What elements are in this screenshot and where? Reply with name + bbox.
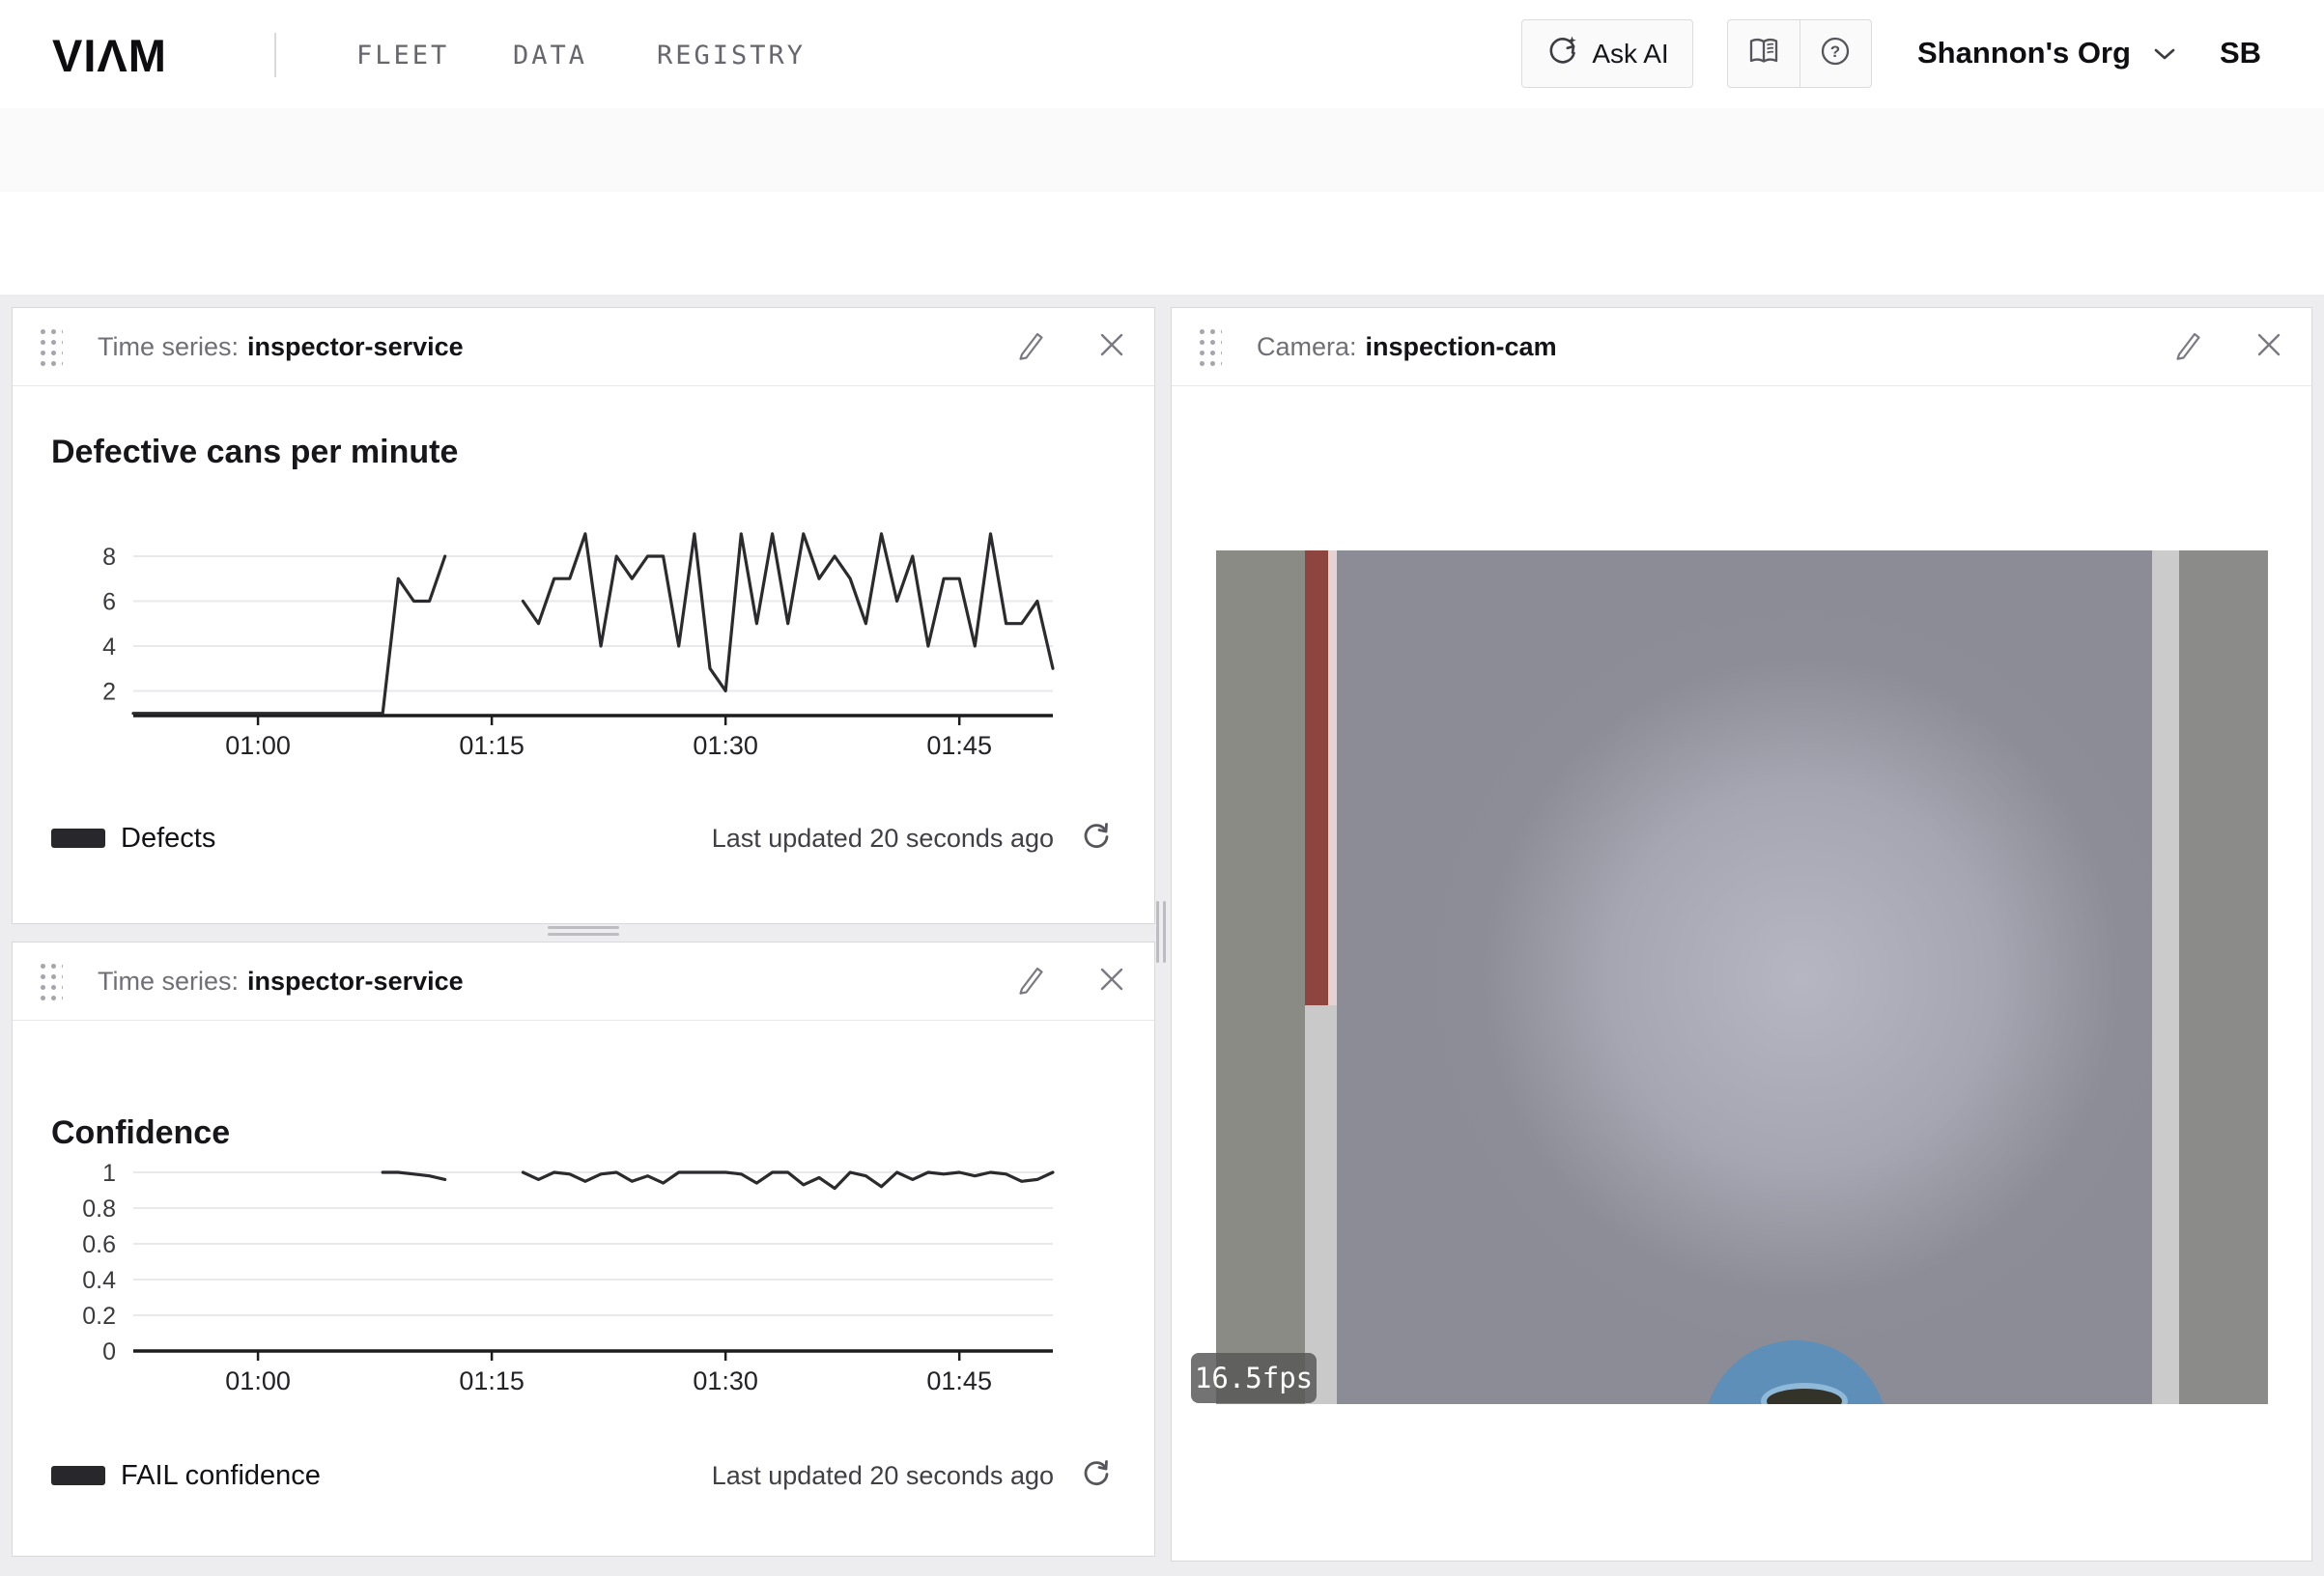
edit-widget-button[interactable]	[1011, 327, 1050, 366]
nav-data[interactable]: DATA	[513, 41, 587, 70]
ask-ai-label: Ask AI	[1592, 39, 1668, 70]
column-resize-handle[interactable]	[1156, 901, 1166, 963]
edit-widget-button[interactable]	[2168, 327, 2207, 366]
documentation-button[interactable]	[1728, 20, 1800, 87]
close-widget-button[interactable]	[2250, 327, 2288, 366]
x-icon	[1097, 965, 1126, 999]
x-icon	[2254, 330, 2283, 364]
svg-text:0.8: 0.8	[82, 1196, 116, 1223]
widget-name: inspector-service	[247, 332, 464, 362]
camera-scene-background	[1337, 550, 2152, 1404]
org-selector[interactable]: Shannon's Org	[1917, 36, 2177, 70]
svg-text:6: 6	[102, 588, 116, 615]
drag-handle-icon[interactable]	[1195, 324, 1222, 369]
svg-text:01:45: 01:45	[926, 1366, 992, 1395]
app-window: VIΛM FLEET DATA REGISTRY Ask AI	[0, 0, 2324, 1576]
refresh-sparkle-icon	[1545, 33, 1580, 74]
camera-light-strip	[1305, 1005, 1337, 1404]
camera-stream	[1216, 550, 2268, 1404]
widget-header: Time series: inspector-service	[13, 943, 1154, 1021]
svg-text:1: 1	[102, 1160, 116, 1187]
viam-logo[interactable]: VIΛM	[52, 29, 167, 82]
drag-handle-icon[interactable]	[36, 324, 63, 369]
camera-red-strip	[1305, 550, 1328, 1005]
legend-swatch	[51, 1466, 105, 1485]
open-book-icon	[1746, 34, 1781, 73]
legend-item: FAIL confidence	[51, 1460, 321, 1492]
org-name-label: Shannon's Org	[1917, 36, 2131, 70]
widget-header: Camera: inspection-cam	[1172, 308, 2311, 386]
widget-timeseries-defects: Time series: inspector-service Defective…	[12, 307, 1155, 924]
svg-text:2: 2	[102, 678, 116, 705]
user-avatar[interactable]: SB	[2220, 36, 2261, 70]
refresh-icon	[1080, 1457, 1113, 1495]
edit-widget-button[interactable]	[1011, 962, 1050, 1000]
pencil-icon	[1014, 328, 1047, 366]
help-button[interactable]: ?	[1800, 20, 1872, 87]
refresh-button[interactable]	[1077, 819, 1116, 858]
top-header: VIΛM FLEET DATA REGISTRY Ask AI	[0, 0, 2324, 109]
widget-type-label: Time series:	[98, 967, 239, 997]
fleet-tabs-bar: ALL MACHINES LOCATIONS TELEOP DASHBOARD …	[0, 108, 2324, 193]
widget-type-label: Time series:	[98, 332, 239, 362]
help-button-group: ?	[1727, 19, 1872, 88]
camera-right-band	[2179, 550, 2268, 1404]
widget-camera: Camera: inspection-cam	[1171, 307, 2312, 1562]
refresh-icon	[1080, 820, 1113, 858]
x-icon	[1097, 330, 1126, 364]
svg-text:?: ?	[1830, 42, 1840, 61]
chevron-down-icon	[2152, 36, 2177, 70]
nav-fleet[interactable]: FLEET	[356, 41, 449, 70]
defects-chart: 2 4 6 8 01:00 01:15 01:30 01:45	[51, 501, 1118, 802]
legend-item: Defects	[51, 823, 215, 855]
widget-type-label: Camera:	[1257, 332, 1357, 362]
legend-label: Defects	[121, 823, 215, 855]
nav-registry[interactable]: REGISTRY	[657, 41, 806, 70]
row-resize-handle[interactable]	[548, 926, 619, 940]
legend-label: FAIL confidence	[121, 1460, 321, 1492]
widget-name: inspector-service	[247, 967, 464, 997]
camera-right-light-strip	[2152, 550, 2179, 1404]
legend-swatch	[51, 829, 105, 848]
widget-name: inspection-cam	[1366, 332, 1557, 362]
pencil-icon	[2171, 328, 2204, 366]
svg-text:01:30: 01:30	[693, 1366, 758, 1395]
fps-badge: 16.5fps	[1191, 1353, 1317, 1403]
question-circle-icon: ?	[1818, 34, 1853, 73]
chart-footer: Defects Last updated 20 seconds ago	[51, 815, 1116, 861]
pencil-icon	[1014, 963, 1047, 1000]
svg-text:0: 0	[102, 1338, 116, 1365]
widget-timeseries-confidence: Time series: inspector-service Confidenc…	[12, 942, 1155, 1557]
svg-text:8: 8	[102, 544, 116, 571]
svg-text:01:45: 01:45	[926, 731, 992, 760]
svg-text:01:00: 01:00	[225, 731, 291, 760]
ask-ai-button[interactable]: Ask AI	[1521, 19, 1693, 88]
last-updated-text: Last updated 20 seconds ago	[712, 824, 1054, 854]
confidence-chart: 0 0.2 0.4 0.6 0.8 1 01:00 01:15 01:30 01:45	[51, 1136, 1118, 1437]
svg-text:0.6: 0.6	[82, 1231, 116, 1258]
svg-text:0.4: 0.4	[82, 1267, 116, 1294]
svg-text:01:15: 01:15	[459, 731, 524, 760]
close-widget-button[interactable]	[1092, 327, 1131, 366]
close-widget-button[interactable]	[1092, 962, 1131, 1000]
svg-text:01:30: 01:30	[693, 731, 758, 760]
chart-footer: FAIL confidence Last updated 20 seconds …	[51, 1452, 1116, 1499]
widget-header: Time series: inspector-service	[13, 308, 1154, 386]
svg-text:01:15: 01:15	[459, 1366, 524, 1395]
drag-handle-icon[interactable]	[36, 959, 63, 1003]
logo-divider	[274, 33, 276, 77]
svg-text:4: 4	[102, 633, 116, 661]
refresh-button[interactable]	[1077, 1456, 1116, 1495]
chart-title: Defective cans per minute	[51, 434, 458, 471]
svg-text:01:00: 01:00	[225, 1366, 291, 1395]
svg-text:0.2: 0.2	[82, 1303, 116, 1330]
last-updated-text: Last updated 20 seconds ago	[712, 1461, 1054, 1491]
workspace-toolbar: Workspaces › inspection Home	[0, 192, 2324, 295]
camera-pink-strip	[1328, 550, 1337, 1005]
